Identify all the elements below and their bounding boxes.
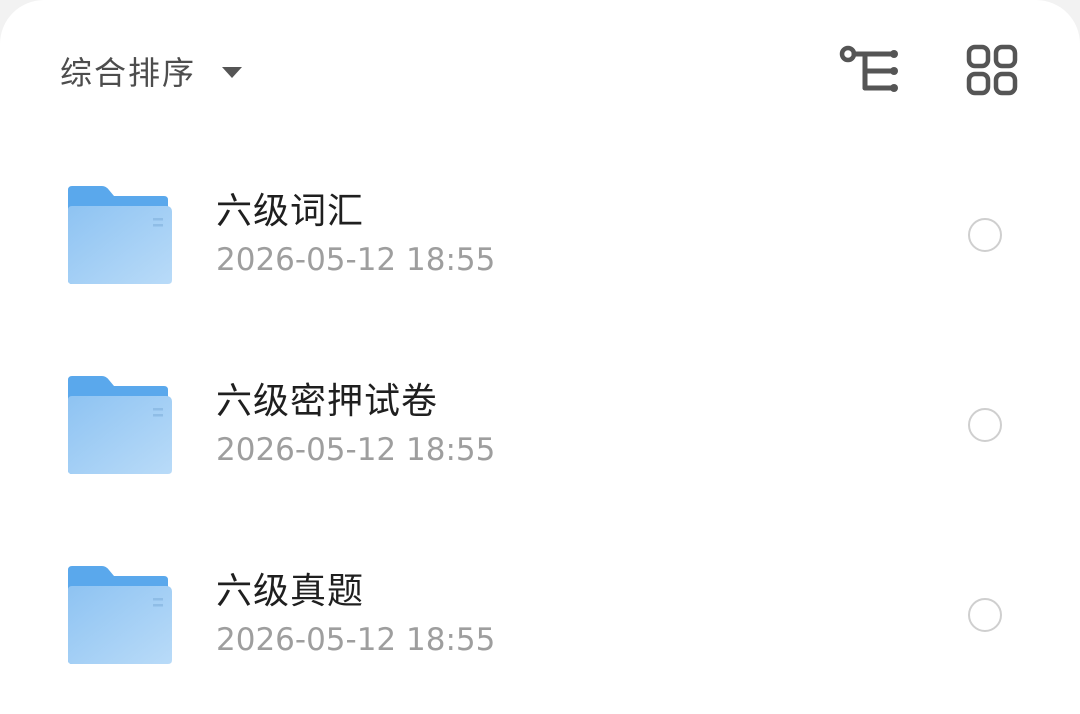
- file-name: 六级词汇: [216, 191, 365, 232]
- file-name: 六级密押试卷: [216, 381, 439, 422]
- tree-view-icon[interactable]: [838, 42, 902, 100]
- file-list: 六级词汇 2026-05-12 18:55 六级密押试卷 2026-05-12 …: [0, 140, 1080, 710]
- select-radio[interactable]: [968, 218, 1002, 252]
- toolbar: 综合排序: [0, 0, 1080, 140]
- sort-label: 综合排序: [60, 54, 197, 92]
- grid-view-icon[interactable]: [960, 42, 1024, 100]
- file-modified-time: 2026-05-12 18:55: [216, 432, 496, 468]
- folder-icon: [64, 374, 174, 478]
- folder-icon: [64, 564, 174, 668]
- sort-dropdown-button[interactable]: 综合排序: [60, 46, 243, 96]
- file-modified-time: 2026-05-12 18:55: [216, 622, 496, 658]
- folder-icon: [64, 184, 174, 288]
- caret-down-icon: [222, 66, 243, 78]
- file-browser-sheet: 综合排序 六级词汇 2026-05-12 18:55 六级密押试卷 2026-0…: [0, 0, 1080, 714]
- file-row[interactable]: 六级密押试卷 2026-05-12 18:55: [0, 330, 1080, 520]
- file-name: 六级真题: [216, 571, 365, 612]
- select-radio[interactable]: [968, 598, 1002, 632]
- file-row[interactable]: 六级真题 2026-05-12 18:55: [0, 520, 1080, 710]
- select-radio[interactable]: [968, 408, 1002, 442]
- file-modified-time: 2026-05-12 18:55: [216, 242, 496, 278]
- file-row[interactable]: 六级词汇 2026-05-12 18:55: [0, 140, 1080, 330]
